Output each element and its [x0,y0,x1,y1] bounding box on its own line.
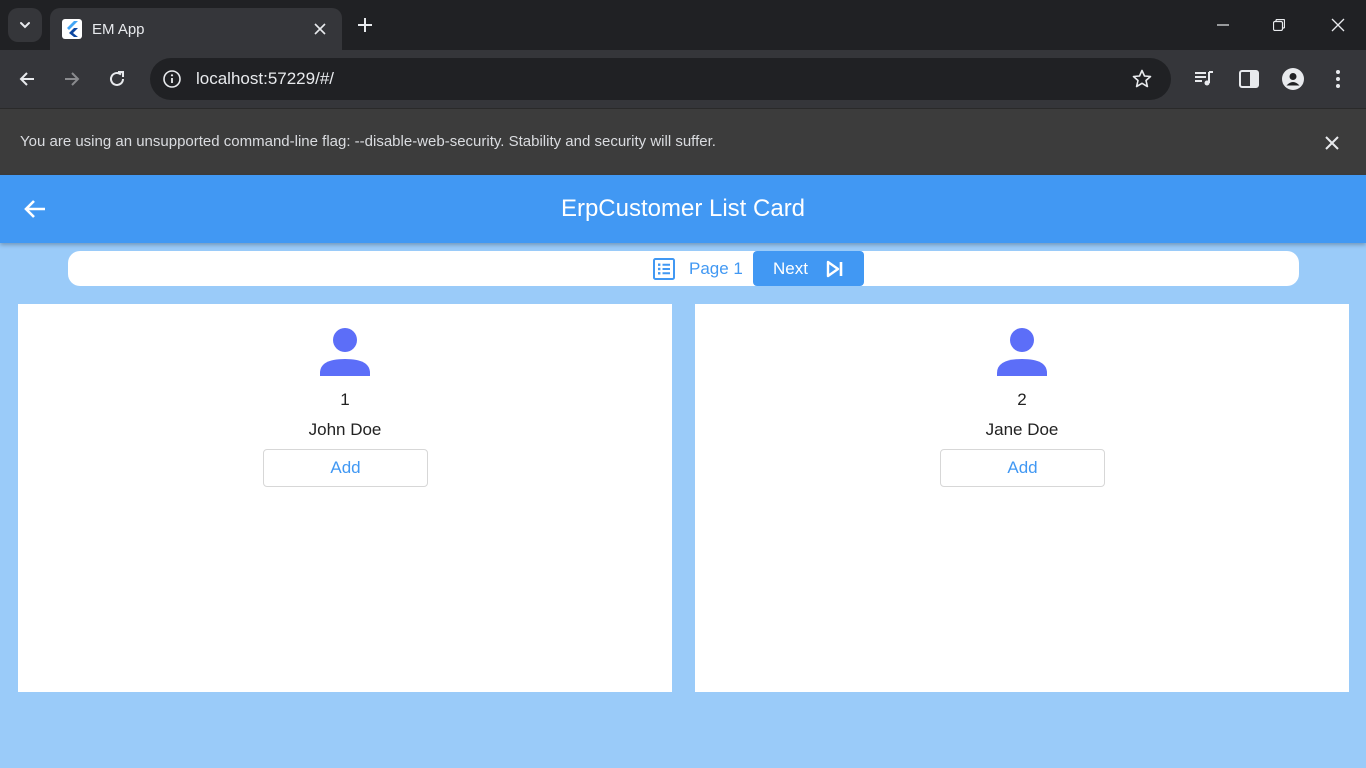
app-content: ErpCustomer List Card Page 1 Next 1 John… [0,175,1366,768]
new-tab-button[interactable] [350,10,380,40]
avatar-icon [1282,68,1304,90]
profile-button[interactable] [1277,63,1309,95]
person-icon [320,328,370,376]
site-info-icon[interactable] [160,67,184,91]
tab-close-icon[interactable] [310,19,330,39]
skip-next-icon [826,260,843,277]
side-panel-button[interactable] [1233,63,1265,95]
infobar-close-icon[interactable] [1320,131,1344,155]
warning-infobar: You are using an unsupported command-lin… [0,108,1366,175]
next-page-button[interactable]: Next [753,251,864,286]
restore-button[interactable] [1251,0,1307,50]
pagination-bar: Page 1 Next [68,251,1299,286]
more-vert-icon [1336,70,1340,88]
reload-icon [110,71,124,86]
customer-name: Jane Doe [985,420,1059,439]
arrow-right-icon [65,72,80,86]
infobar-message: You are using an unsupported command-lin… [20,133,716,150]
address-bar[interactable]: localhost:57229/#/ [150,58,1171,100]
forward-button[interactable] [56,63,88,95]
tab-search-button[interactable] [8,8,42,42]
page-title: ErpCustomer List Card [560,195,806,222]
add-customer-button[interactable]: Add [940,449,1105,487]
reload-button[interactable] [101,63,133,95]
arrow-left-icon [19,72,34,86]
side-panel-icon [1239,70,1259,88]
list-alt-icon [653,258,675,280]
customer-card: 2 Jane Doe Add [695,304,1349,692]
queue-music-icon [1195,71,1213,86]
restore-icon [1273,19,1285,31]
close-icon [1331,18,1345,32]
close-window-button[interactable] [1310,0,1366,50]
back-button[interactable] [11,63,43,95]
minimize-button[interactable] [1195,0,1251,50]
next-page-label: Next [773,258,808,278]
browser-menu-button[interactable] [1322,63,1354,95]
plus-icon [358,18,372,32]
browser-tab-strip: EM App [0,0,1366,50]
person-icon [997,328,1047,376]
media-controls-button[interactable] [1188,63,1220,95]
chevron-down-icon [20,22,30,29]
customer-card: 1 John Doe Add [18,304,672,692]
add-customer-button[interactable]: Add [263,449,428,487]
flutter-favicon-icon [62,19,82,39]
customer-id: 1 [340,390,350,409]
app-bar: ErpCustomer List Card [0,175,1366,243]
bookmark-star-icon[interactable] [1125,62,1159,96]
tab-title: EM App [92,20,145,38]
customer-id: 2 [1017,390,1027,409]
customer-name: John Doe [308,420,382,439]
page-indicator: Page 1 [689,259,743,278]
minimize-icon [1217,24,1229,26]
browser-tab[interactable]: EM App [50,8,342,50]
url-text[interactable]: localhost:57229/#/ [196,69,1125,89]
browser-toolbar: localhost:57229/#/ [0,50,1366,108]
